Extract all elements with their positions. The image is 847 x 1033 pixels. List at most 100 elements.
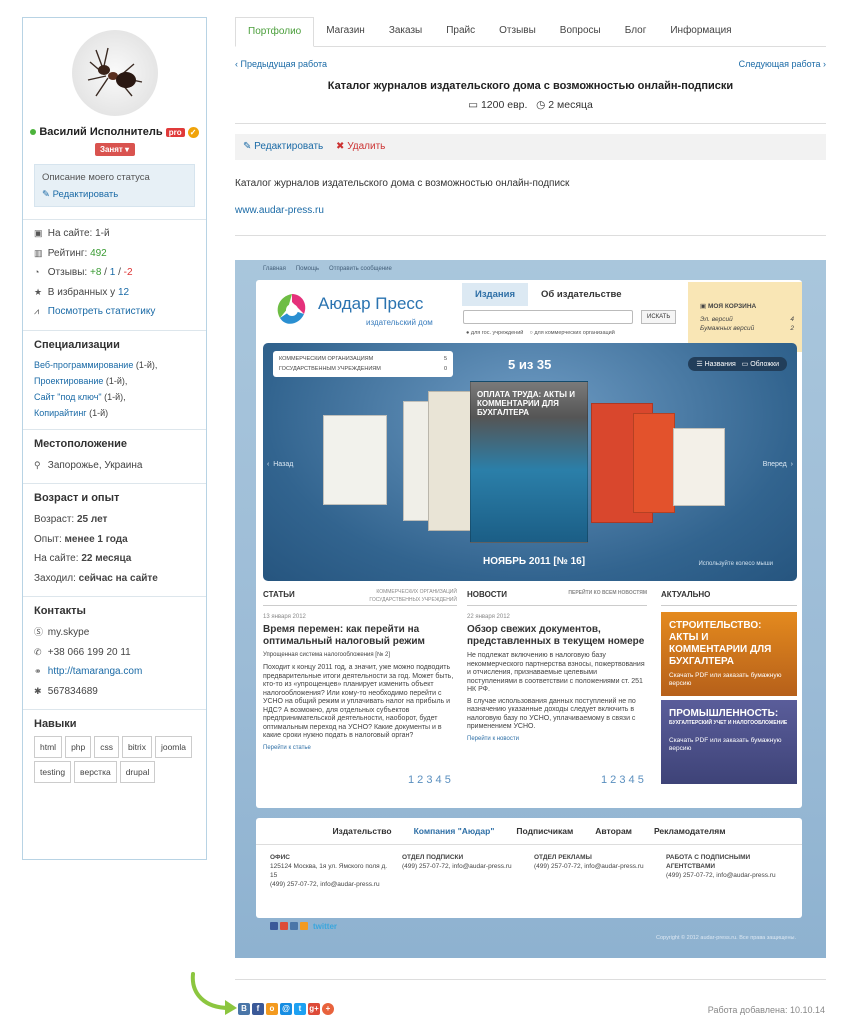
avatar[interactable] (71, 30, 158, 116)
shot-tag: Упрощенная система налогообложения [№ 2] (263, 652, 391, 658)
edit-status-label: Редактировать (52, 189, 119, 200)
prev-work-link[interactable]: ‹ Предыдущая работа (235, 59, 327, 69)
shot-cover-title: ОПЛАТА ТРУДА: АКТЫ И КОММЕНТАРИИ ДЛЯ БУХ… (477, 390, 575, 417)
spec-link[interactable]: Веб-программирование (34, 360, 133, 370)
edit-status-link[interactable]: ✎ Редактировать (42, 189, 187, 200)
age-label: Возраст: (34, 514, 75, 525)
contacts-section: Контакты Ⓢ my.skype ✆ +38 066 199 20 11 … (23, 596, 206, 709)
spec-rank: (1-й) (89, 407, 109, 418)
vk-icon[interactable]: B (238, 1003, 250, 1015)
skill-tag[interactable]: php (65, 736, 92, 758)
skill-tag[interactable]: drupal (119, 761, 156, 783)
shot-radios: ● для гос. учреждений ○ для коммерческих… (466, 330, 615, 336)
map-pin-icon: ⚲ (34, 459, 41, 470)
skill-tag[interactable]: testing (34, 761, 72, 783)
shot-footer: Издательство Компания "Аюдар" Подписчика… (256, 818, 802, 918)
tab-reviews[interactable]: Отзывы (487, 17, 548, 47)
shot-topnav: Главная Помощь Отправить сообщение (263, 266, 392, 272)
tab-shop[interactable]: Магазин (314, 17, 377, 47)
last-visit-value: сейчас на сайте (78, 572, 158, 584)
shot-fcol-phone: (499) 257-07-72, info@audar-press.ru (402, 863, 512, 870)
skill-tag[interactable]: joomla (154, 736, 192, 758)
reviews-positive-link[interactable]: +8 (90, 267, 101, 278)
favorites-link[interactable]: 12 (118, 287, 129, 298)
shot-promo-sub: Скачать PDF или заказать бумажную версию (669, 672, 782, 687)
section-title: Контакты (34, 605, 86, 617)
portfolio-image[interactable]: Главная Помощь Отправить сообщение Аюдар… (235, 260, 826, 958)
spec-link[interactable]: Проектирование (34, 376, 103, 386)
user-name: Василий Исполнитель (39, 126, 163, 138)
shot-text: В случае использования данных поступлени… (467, 697, 636, 731)
view-stats-link[interactable]: Посмотреть статистику (48, 306, 156, 317)
shot-magazine (323, 415, 387, 505)
tab-info[interactable]: Информация (658, 17, 743, 47)
shot-cat-count: 5 (443, 356, 447, 362)
skill-tag[interactable]: html (34, 736, 63, 758)
online-indicator (30, 129, 37, 136)
work-meta: ▭ 1200 евр. ◷ 2 месяца (235, 99, 826, 111)
googleplus-icon[interactable]: g+ (308, 1003, 320, 1015)
shot-date: 22 января 2012 (467, 614, 510, 620)
shot-fcol-title: РАБОТА С ПОДПИСНЫМИ АГЕНТСТВАМИ (666, 854, 751, 870)
shot-pagination: 1 2 3 4 5 (408, 774, 451, 786)
shot-fcol: ОТДЕЛ ПОДПИСКИ (499) 257-07-72, info@auda… (402, 853, 524, 889)
shot-fcol-phone: (499) 257-07-72, info@audar-press.ru (666, 872, 776, 879)
shot-all-news: ПЕРЕЙТИ КО ВСЕМ НОВОСТЯМ (568, 590, 647, 596)
shot-count: 5 из 35 (508, 357, 552, 372)
shot-fcol: РАБОТА С ПОДПИСНЫМИ АГЕНТСТВАМИ (499) 257… (666, 853, 788, 889)
site-time-label: На сайте: (34, 553, 79, 564)
favorites-row: ★ В избранных у 12 (34, 283, 195, 303)
tab-blog[interactable]: Блог (613, 17, 659, 47)
shot-col-title: СТАТЬИ (263, 590, 295, 599)
spec-item: Сайт "под ключ" (1-й), (34, 389, 195, 405)
tab-portfolio[interactable]: Портфолио (235, 17, 315, 47)
edit-icon: ✎ (243, 141, 255, 152)
spec-link[interactable]: Сайт "под ключ" (34, 392, 102, 402)
spec-link[interactable]: Копирайтинг (34, 408, 87, 418)
shot-promo-sub: Скачать PDF или заказать бумажную версию (669, 737, 782, 752)
shot-col-title: НОВОСТИ (467, 590, 508, 599)
work-title: Каталог журналов издательского дома с во… (327, 80, 734, 92)
work-description: Каталог журналов издательского дома с во… (235, 178, 570, 189)
reviews-separator: / (118, 267, 121, 278)
shot-social: twitter (270, 922, 337, 931)
tab-orders[interactable]: Заказы (377, 17, 434, 47)
tab-price[interactable]: Прайс (434, 17, 487, 47)
money-icon: ▭ (468, 99, 479, 111)
skill-tag[interactable]: css (94, 736, 119, 758)
site-time-value: 22 месяца (81, 553, 132, 564)
section-title: Местоположение (34, 437, 128, 450)
rating-row: ▥ Рейтинг: 492 (34, 244, 195, 264)
shot-footer-nav: Издательство Компания "Аюдар" Подписчика… (256, 818, 802, 845)
shot-brand-sub: издательский дом (366, 318, 433, 327)
next-work-link[interactable]: Следующая работа › (739, 59, 826, 69)
tab-questions[interactable]: Вопросы (548, 17, 613, 47)
shot-cat-label: ГОСУДАРСТВЕННЫМ УЧРЕЖДЕНИЯМ (279, 366, 381, 372)
edit-work-link[interactable]: ✎ Редактировать (243, 141, 323, 152)
status-box: Описание моего статуса ✎ Редактировать (34, 164, 195, 207)
audar-logo-icon (277, 294, 306, 324)
profile-tabs: Портфолио Магазин Заказы Прайс Отзывы Во… (235, 17, 826, 47)
shot-fnav-item: Подписчикам (516, 826, 574, 836)
skill-tag[interactable]: bitrix (122, 736, 152, 758)
shot-cat-row: ГОСУДАРСТВЕННЫМ УЧРЕЖДЕНИЯМ 0 (279, 364, 447, 374)
shot-col-filters: КОММЕРЧЕСКИХ ОРГАНИЗАЦИЙ ГОСУДАРСТВЕННЫХ … (369, 588, 457, 604)
shot-articles-col: СТАТЬИ КОММЕРЧЕСКИХ ОРГАНИЗАЦИЙ ГОСУДАРСТ… (263, 588, 457, 751)
website-link[interactable]: http://tamaranga.com (48, 666, 143, 677)
reviews-negative-link[interactable]: -2 (124, 267, 133, 278)
reviews-neutral-link[interactable]: 1 (110, 267, 116, 278)
facebook-icon[interactable]: f (252, 1003, 264, 1015)
mailru-icon[interactable]: @ (280, 1003, 292, 1015)
more-icon[interactable]: + (322, 1003, 334, 1015)
on-site-text: На сайте: 1-й (47, 228, 110, 239)
stats-section: ▣ На сайте: 1-й ▥ Рейтинг: 492 ◔ Отзывы:… (23, 219, 206, 330)
odnoklassniki-icon[interactable]: о (266, 1003, 278, 1015)
delete-work-link[interactable]: ✖ Удалить (336, 141, 385, 152)
shot-fcol-title: ОТДЕЛ РЕКЛАМЫ (534, 854, 592, 861)
skill-tag[interactable]: верстка (74, 761, 117, 783)
shot-more: Перейти к статье (263, 744, 311, 751)
busy-status-dropdown[interactable]: Занят ▾ (94, 143, 135, 156)
phone-value: +38 066 199 20 11 (47, 646, 131, 658)
twitter-icon[interactable]: t (294, 1003, 306, 1015)
work-url-link[interactable]: www.audar-press.ru (235, 205, 324, 216)
